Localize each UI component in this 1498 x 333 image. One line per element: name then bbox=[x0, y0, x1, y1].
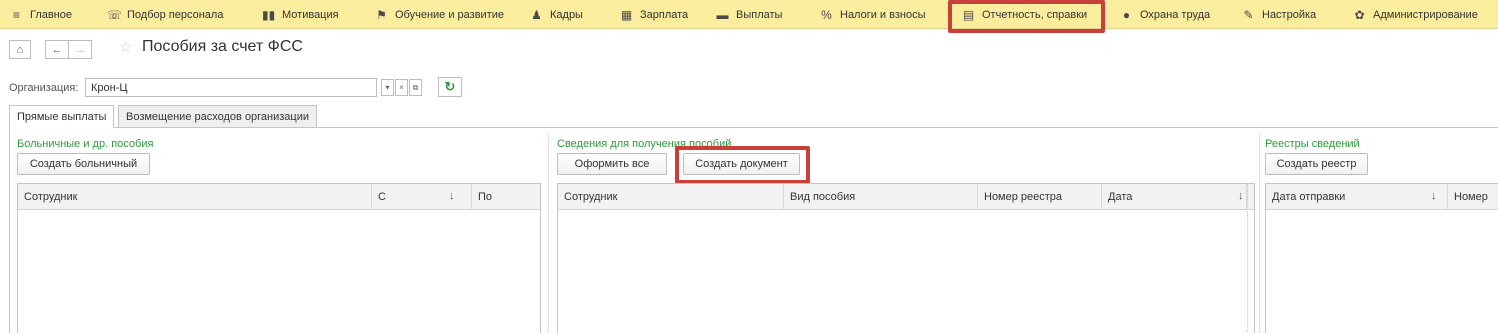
menu-item-label: Мотивация bbox=[282, 8, 339, 21]
close-icon: × bbox=[399, 83, 404, 92]
menu-item-label: Обучение и развитие bbox=[395, 8, 505, 21]
section-divider bbox=[1259, 134, 1260, 333]
column-date[interactable]: Дата bbox=[1102, 184, 1247, 209]
menu-item-label: Охрана труда bbox=[1140, 8, 1211, 21]
organization-label: Организация: bbox=[9, 82, 79, 94]
menu-item-label: Кадры bbox=[550, 8, 583, 21]
open-button[interactable]: ⧉ bbox=[409, 79, 422, 96]
forward-button[interactable]: → bbox=[68, 40, 92, 59]
menu-item-hr[interactable]: ♟ Кадры bbox=[530, 0, 583, 29]
scrollbar[interactable] bbox=[1247, 184, 1248, 333]
menu-item-recruiting[interactable]: ☏ Подбор персонала bbox=[107, 0, 223, 29]
organization-field[interactable]: Крон-Ц bbox=[85, 78, 377, 97]
column-from[interactable]: С bbox=[372, 184, 472, 209]
flag-icon: ⚑ bbox=[376, 7, 387, 22]
column-employee[interactable]: Сотрудник bbox=[558, 184, 784, 209]
create-registry-button[interactable]: Создать реестр bbox=[1265, 153, 1368, 175]
refresh-icon: ↻ bbox=[444, 79, 456, 94]
menu-item-label: Администрирование bbox=[1373, 8, 1478, 21]
menu-item-labor-safety[interactable]: ● Охрана труда bbox=[1120, 0, 1210, 29]
sick-leave-table[interactable]: Сотрудник С ↓ По bbox=[17, 183, 541, 333]
forward-arrow-icon: → bbox=[74, 43, 86, 56]
section-divider bbox=[548, 134, 549, 333]
column-send-date[interactable]: Дата отправки bbox=[1266, 184, 1448, 209]
sort-arrow-icon: ↓ bbox=[449, 190, 455, 202]
sort-arrow-icon: ↓ bbox=[1431, 190, 1437, 202]
phone-icon: ☏ bbox=[107, 7, 123, 22]
menu-item-label: Зарплата bbox=[640, 8, 689, 21]
table-header: Сотрудник С ↓ По bbox=[18, 184, 540, 210]
column-employee[interactable]: Сотрудник bbox=[18, 184, 372, 209]
menu-item-taxes[interactable]: % Налоги и взносы bbox=[820, 0, 926, 29]
benefits-table[interactable]: Сотрудник Вид пособия Номер реестра Дата… bbox=[557, 183, 1255, 333]
registries-group-title: Реестры сведений bbox=[1265, 138, 1360, 150]
registries-table[interactable]: Дата отправки ↓ Номер bbox=[1265, 183, 1498, 333]
column-number[interactable]: Номер bbox=[1448, 184, 1498, 209]
menu-item-motivation[interactable]: ▮▮ Мотивация bbox=[262, 0, 339, 29]
calculator-icon: ▦ bbox=[620, 7, 633, 22]
people-icon: ♟ bbox=[531, 7, 542, 22]
back-arrow-icon: ← bbox=[51, 43, 63, 56]
home-button[interactable]: ⌂ bbox=[9, 40, 31, 59]
highlight-reports-menu bbox=[948, 0, 1105, 33]
page-title: Пособия за счет ФСС bbox=[142, 38, 303, 55]
table-header: Сотрудник Вид пособия Номер реестра Дата… bbox=[558, 184, 1254, 210]
column-benefit-type[interactable]: Вид пособия bbox=[784, 184, 978, 209]
clear-button[interactable]: × bbox=[395, 79, 408, 96]
column-registry-number[interactable]: Номер реестра bbox=[978, 184, 1102, 209]
wrench-icon: ✎ bbox=[1243, 7, 1254, 22]
helmet-icon: ● bbox=[1122, 7, 1131, 22]
tab-expense-reimbursement[interactable]: Возмещение расходов организации bbox=[118, 105, 318, 127]
menu-item-label: Выплаты bbox=[736, 8, 783, 21]
open-window-icon: ⧉ bbox=[412, 82, 419, 92]
highlight-create-document bbox=[675, 146, 810, 184]
column-to[interactable]: По bbox=[472, 184, 542, 209]
menu-item-label: Настройка bbox=[1262, 8, 1317, 21]
tab-direct-payments[interactable]: Прямые выплаты bbox=[9, 105, 115, 128]
percent-icon: % bbox=[821, 7, 832, 22]
refresh-button[interactable]: ↻ bbox=[438, 77, 462, 97]
menu-item-label: Главное bbox=[30, 8, 73, 21]
gear-icon: ✿ bbox=[1354, 7, 1365, 22]
menu-item-payments[interactable]: ▬ Выплаты bbox=[716, 0, 783, 29]
menu-item-admin[interactable]: ✿ Администрирование bbox=[1353, 0, 1478, 29]
sick-leave-group-title: Больничные и др. пособия bbox=[17, 138, 154, 150]
sort-arrow-icon: ↓ bbox=[1238, 190, 1244, 202]
card-icon: ▬ bbox=[716, 7, 729, 22]
gift-icon: ▮▮ bbox=[262, 7, 276, 22]
hamburger-icon: ≡ bbox=[12, 7, 20, 22]
menu-item-label: Подбор персонала bbox=[127, 8, 224, 21]
table-header: Дата отправки ↓ Номер bbox=[1266, 184, 1498, 210]
dropdown-button[interactable]: ▾ bbox=[381, 79, 394, 96]
menu-item-salary[interactable]: ▦ Зарплата bbox=[620, 0, 688, 29]
menu-item-training[interactable]: ⚑ Обучение и развитие bbox=[375, 0, 504, 29]
menu-item-settings[interactable]: ✎ Настройка bbox=[1242, 0, 1316, 29]
favorite-star-icon[interactable]: ☆ bbox=[119, 38, 132, 56]
home-icon: ⌂ bbox=[16, 43, 24, 56]
menu-item-main[interactable]: ≡ Главное bbox=[10, 0, 72, 29]
create-sick-leave-button[interactable]: Создать больничный bbox=[17, 153, 150, 175]
chevron-down-icon: ▾ bbox=[385, 83, 390, 92]
menu-item-label: Налоги и взносы bbox=[840, 8, 926, 21]
top-menu-bar: ≡ Главное ☏ Подбор персонала ▮▮ Мотиваци… bbox=[0, 0, 1498, 29]
process-all-button[interactable]: Оформить все bbox=[557, 153, 667, 175]
back-button[interactable]: ← bbox=[45, 40, 69, 59]
